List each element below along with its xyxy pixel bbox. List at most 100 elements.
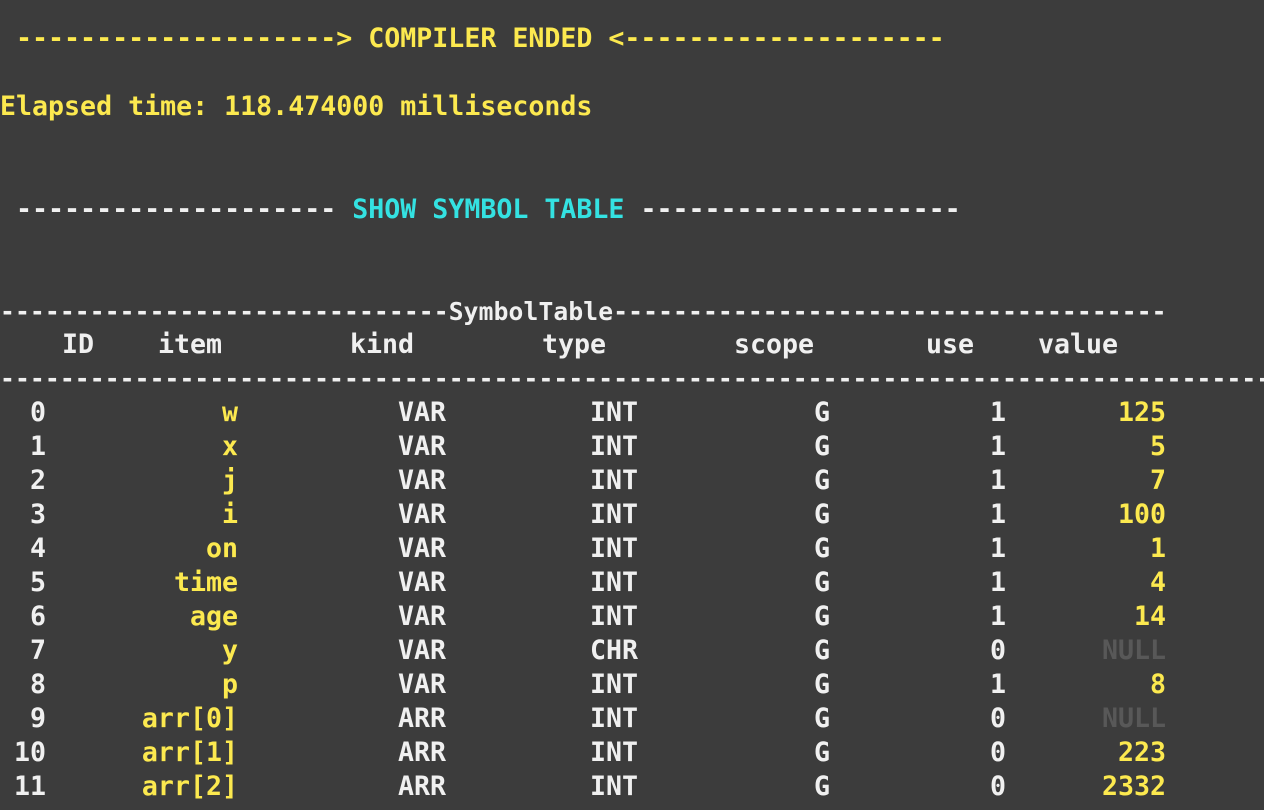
cell-use: 0 — [989, 737, 1006, 768]
cell-id: 10 — [13, 737, 46, 768]
cell-scope: G — [813, 669, 830, 700]
cell-kind: VAR — [397, 635, 447, 666]
table-header-row: ID item kind type scope use value — [0, 328, 1264, 362]
show-symbol-table-banner: -------------------- SHOW SYMBOL TABLE -… — [0, 193, 961, 227]
cell-item: arr[2] — [141, 771, 238, 802]
cell-type: INT — [589, 737, 639, 768]
show-symbol-table-title: SHOW SYMBOL TABLE — [352, 194, 625, 225]
cell-scope: G — [813, 771, 830, 802]
cell-kind: VAR — [397, 567, 447, 598]
cell-scope: G — [813, 567, 830, 598]
cell-kind: VAR — [397, 533, 447, 564]
compiler-ended-banner: --------------------> COMPILER ENDED <--… — [0, 23, 945, 54]
cell-value: 5 — [1149, 431, 1166, 462]
cell-type: INT — [589, 567, 639, 598]
cell-kind: VAR — [397, 397, 447, 428]
cell-id: 3 — [29, 499, 46, 530]
cell-value: 7 — [1149, 465, 1166, 496]
table-row: 9 arr[0] ARR INT G 0 NULL — [0, 702, 1264, 736]
cell-id: 0 — [29, 397, 46, 428]
cell-value: NULL — [1101, 635, 1166, 666]
cell-item: x — [221, 431, 238, 462]
cell-item: y — [221, 635, 238, 666]
cell-value: 14 — [1133, 601, 1166, 632]
cell-value: 4 — [1149, 567, 1166, 598]
cell-value: 1 — [1149, 533, 1166, 564]
cell-use: 1 — [989, 533, 1006, 564]
cell-scope: G — [813, 397, 830, 428]
cell-value: 100 — [1117, 499, 1166, 530]
cell-id: 7 — [29, 635, 46, 666]
cell-id: 9 — [29, 703, 46, 734]
table-row: 2 j VAR INT G 1 7 — [0, 464, 1264, 498]
cell-kind: VAR — [397, 431, 447, 462]
cell-use: 1 — [989, 431, 1006, 462]
cell-type: INT — [589, 499, 639, 530]
cell-use: 0 — [989, 771, 1006, 802]
table-row: 4 on VAR INT G 1 1 — [0, 532, 1264, 566]
cell-use: 1 — [989, 567, 1006, 598]
cell-type: INT — [589, 431, 639, 462]
show-left-dashes: -------------------- — [0, 194, 353, 225]
cell-id: 1 — [29, 431, 46, 462]
cell-item: i — [221, 499, 238, 530]
elapsed-time-text: Elapsed time: 118.474000 milliseconds — [0, 91, 593, 122]
table-row: 7 y VAR CHR G 0 NULL — [0, 634, 1264, 668]
table-row: 0 w VAR INT G 1 125 — [0, 396, 1264, 430]
cell-scope: G — [813, 737, 830, 768]
cell-kind: VAR — [397, 499, 447, 530]
table-row: 10 arr[1] ARR INT G 0 223 — [0, 736, 1264, 770]
cell-item: p — [221, 669, 238, 700]
cell-type: INT — [589, 771, 639, 802]
cell-value: NULL — [1101, 703, 1166, 734]
table-row: 11 arr[2] ARR INT G 0 2332 — [0, 770, 1264, 804]
cell-type: INT — [589, 703, 639, 734]
cell-value: 8 — [1149, 669, 1166, 700]
cell-item: age — [189, 601, 238, 632]
cell-scope: G — [813, 703, 830, 734]
cell-item: arr[1] — [141, 737, 238, 768]
cell-scope: G — [813, 533, 830, 564]
cell-value: 2332 — [1101, 771, 1166, 802]
header-use: use — [926, 329, 975, 360]
table-row: 3 i VAR INT G 1 100 — [0, 498, 1264, 532]
table-row: 1 x VAR INT G 1 5 — [0, 430, 1264, 464]
symbol-table-title-line: ------------------------------SymbolTabl… — [0, 297, 1167, 326]
cell-type: INT — [589, 397, 639, 428]
cell-id: 2 — [29, 465, 46, 496]
header-id: ID — [62, 329, 95, 360]
header-item: item — [158, 329, 223, 360]
cell-id: 11 — [13, 771, 46, 802]
cell-kind: VAR — [397, 465, 447, 496]
cell-type: INT — [589, 669, 639, 700]
cell-use: 0 — [989, 635, 1006, 666]
cell-kind: VAR — [397, 669, 447, 700]
cell-kind: VAR — [397, 601, 447, 632]
cell-id: 6 — [29, 601, 46, 632]
cell-kind: ARR — [397, 703, 447, 734]
cell-use: 1 — [989, 601, 1006, 632]
cell-value: 125 — [1117, 397, 1166, 428]
header-value: value — [1038, 329, 1119, 360]
table-row: 6 age VAR INT G 1 14 — [0, 600, 1264, 634]
header-kind: kind — [350, 329, 415, 360]
header-type: type — [542, 329, 607, 360]
show-right-dashes: -------------------- — [624, 194, 961, 225]
cell-scope: G — [813, 431, 830, 462]
cell-id: 5 — [29, 567, 46, 598]
cell-item: j — [221, 465, 238, 496]
cell-use: 1 — [989, 465, 1006, 496]
cell-scope: G — [813, 635, 830, 666]
cell-use: 1 — [989, 669, 1006, 700]
cell-use: 1 — [989, 499, 1006, 530]
cell-kind: ARR — [397, 771, 447, 802]
cell-item: arr[0] — [141, 703, 238, 734]
cell-value: 223 — [1117, 737, 1166, 768]
cell-use: 1 — [989, 397, 1006, 428]
cell-use: 0 — [989, 703, 1006, 734]
cell-type: INT — [589, 533, 639, 564]
cell-scope: G — [813, 499, 830, 530]
cell-item: w — [221, 397, 238, 428]
cell-id: 8 — [29, 669, 46, 700]
table-row: 5 time VAR INT G 1 4 — [0, 566, 1264, 600]
